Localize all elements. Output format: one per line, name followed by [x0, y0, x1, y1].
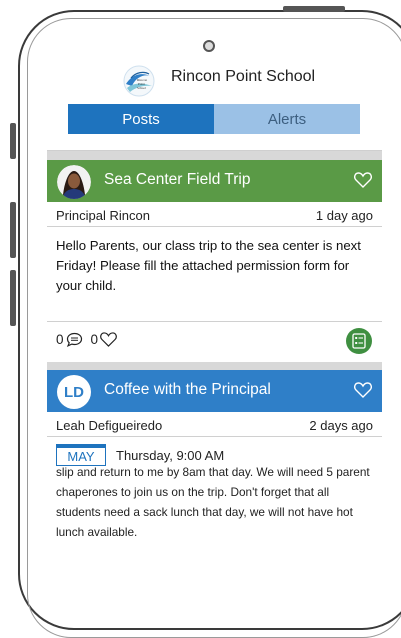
svg-text:School: School — [137, 86, 146, 90]
event-time: Thursday, 9:00 AM — [116, 447, 225, 463]
like-count: 0 — [90, 332, 99, 347]
app-screen: Rincon Point School Rincon Point School … — [47, 58, 382, 553]
comment-icon[interactable] — [66, 332, 83, 347]
feed-divider — [47, 150, 382, 151]
tab-bar: Posts Alerts — [68, 104, 360, 134]
post-time: 1 day ago — [315, 208, 373, 223]
app-header: Rincon Point School Rincon Point School — [47, 58, 382, 102]
post-body: slip and return to me by 8am that day. W… — [56, 465, 370, 539]
volume-up-button — [10, 202, 16, 258]
volume-down-button — [10, 270, 16, 326]
post-header[interactable]: LD Coffee with the Principal — [47, 370, 382, 412]
divider — [47, 321, 382, 322]
heart-outline-icon[interactable] — [100, 332, 117, 347]
school-logo: Rincon Point School — [123, 65, 155, 97]
post-author: Principal Rincon — [56, 208, 150, 223]
front-camera — [203, 40, 215, 52]
heart-icon[interactable] — [354, 382, 372, 398]
post-author: Leah Defigueiredo — [56, 418, 163, 433]
power-button — [283, 6, 345, 12]
post-meta: Leah Defigueiredo 2 days ago — [47, 414, 382, 437]
post-card[interactable]: LD Coffee with the Principal Leah Defigu… — [47, 370, 382, 553]
permission-form-button[interactable] — [346, 328, 372, 354]
avatar-initials: LD — [64, 383, 84, 401]
tab-alerts[interactable]: Alerts — [214, 104, 360, 134]
post-title: Coffee with the Principal — [104, 381, 271, 398]
comment-count: 0 — [56, 332, 64, 347]
avatar: LD — [57, 375, 91, 409]
post-card[interactable]: Sea Center Field Trip Principal Rincon 1… — [47, 160, 382, 362]
post-title: Sea Center Field Trip — [104, 171, 251, 188]
tab-posts[interactable]: Posts — [68, 104, 214, 134]
post-header[interactable]: Sea Center Field Trip — [47, 160, 382, 202]
mute-switch — [10, 123, 16, 159]
posts-feed[interactable]: Sea Center Field Trip Principal Rincon 1… — [47, 150, 382, 553]
post-meta: Principal Rincon 1 day ago — [47, 204, 382, 227]
heart-icon[interactable] — [354, 172, 372, 188]
school-name: Rincon Point School — [171, 68, 316, 85]
post-counts: 0 0 — [56, 332, 117, 347]
divider — [47, 226, 382, 227]
post-body: Hello Parents, our class trip to the sea… — [56, 238, 361, 293]
post-time: 2 days ago — [309, 418, 373, 433]
avatar — [57, 165, 91, 199]
form-icon — [352, 333, 366, 349]
